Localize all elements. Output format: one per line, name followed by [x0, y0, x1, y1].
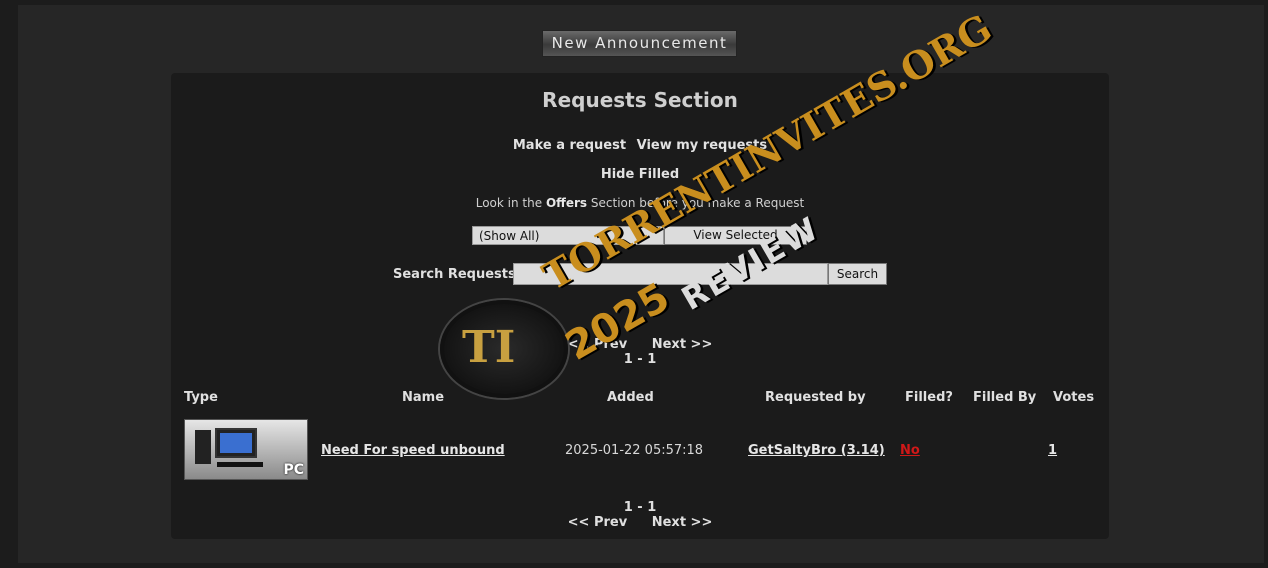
search-input[interactable] [513, 263, 828, 285]
request-name-link[interactable]: Need For speed unbound [321, 443, 505, 458]
column-header-name: Name [402, 390, 445, 405]
next-page-link-bottom[interactable]: Next >> [652, 515, 713, 530]
category-select[interactable]: (Show All) [472, 226, 664, 245]
pager-top: << Prev Next >> 1 - 1 [171, 337, 1109, 367]
column-header-votes: Votes [1053, 390, 1095, 405]
new-announcement-button[interactable]: New Announcement [542, 30, 737, 57]
column-header-filled-by: Filled By [973, 390, 1037, 405]
offers-note-before: Look in the [475, 196, 543, 210]
offers-link[interactable]: Offers [546, 196, 587, 210]
next-page-link[interactable]: Next >> [652, 337, 713, 352]
column-header-filled: Filled? [905, 390, 953, 405]
pager-bottom: 1 - 1 << Prev Next >> [171, 500, 1109, 530]
offers-note-after: Section before you make a Request [590, 196, 805, 210]
offers-note: Look in the Offers Section before you ma… [171, 196, 1109, 210]
request-links: Make a request View my requests [171, 138, 1109, 153]
column-header-type: Type [184, 390, 218, 405]
page-range-bottom: 1 - 1 [623, 500, 657, 515]
pc-tower-icon [195, 430, 211, 464]
prev-page-link[interactable]: << Prev [568, 337, 628, 352]
requested-by-link[interactable]: GetSaltyBro (3.14) [748, 443, 885, 458]
make-request-link[interactable]: Make a request [513, 138, 626, 153]
view-my-requests-link[interactable]: View my requests [637, 138, 767, 153]
view-selected-button[interactable]: View Selected [664, 226, 807, 245]
prev-page-link-bottom[interactable]: << Prev [568, 515, 628, 530]
page-title: Requests Section [542, 88, 738, 112]
filled-status-link[interactable]: No [900, 443, 920, 458]
keyboard-icon [217, 462, 263, 467]
column-header-requested-by: Requested by [765, 390, 866, 405]
page-range: 1 - 1 [623, 352, 657, 367]
search-label: Search Requests: [393, 267, 521, 282]
requests-panel: Requests Section Make a request View my … [171, 73, 1109, 539]
column-header-added: Added [607, 390, 654, 405]
request-added-date: 2025-01-22 05:57:18 [565, 443, 704, 458]
monitor-icon [215, 428, 257, 458]
search-button[interactable]: Search [828, 263, 887, 285]
hide-filled-link[interactable]: Hide Filled [171, 167, 1109, 182]
category-thumbnail-pc[interactable]: PC [184, 419, 308, 480]
votes-link[interactable]: 1 [1048, 443, 1057, 458]
category-label: PC [283, 462, 304, 478]
